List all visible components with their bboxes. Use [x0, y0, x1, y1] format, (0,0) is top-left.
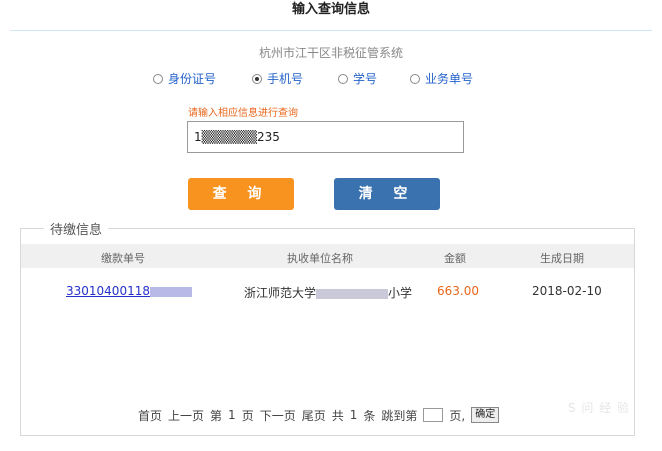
- radio-id-card[interactable]: 身份证号: [153, 70, 216, 87]
- results-table-header: 缴款单号 执收单位名称 金额 生成日期: [21, 244, 634, 268]
- total-count: 1: [349, 408, 358, 422]
- column-header-amount: 金额: [444, 252, 466, 265]
- page-title: 输入查询信息: [291, 2, 370, 17]
- column-header-date: 生成日期: [540, 252, 584, 265]
- jump-label: 跳到第: [381, 408, 418, 423]
- radio-circle-icon[interactable]: [410, 73, 420, 84]
- table-row: 33010400118 浙江师范大学 小学 663.00 2018-02-10: [21, 281, 634, 301]
- first-page-link[interactable]: 首页: [138, 407, 162, 424]
- radio-label: 手机号: [267, 72, 304, 86]
- radio-circle-icon[interactable]: [338, 73, 348, 84]
- clear-button[interactable]: 清 空: [334, 178, 440, 210]
- radio-student-id[interactable]: 学号: [338, 70, 377, 87]
- page-prefix: 第: [210, 408, 223, 423]
- bill-number-text[interactable]: 33010400118: [66, 284, 150, 298]
- unit-name-suffix: 小学: [388, 286, 413, 300]
- query-hint: 请输入相应信息进行查询: [188, 108, 298, 119]
- watermark: S 问 经 验: [568, 401, 631, 415]
- radio-circle-icon[interactable]: [153, 73, 163, 84]
- redacted-mask: [316, 288, 389, 299]
- query-input[interactable]: [187, 121, 464, 153]
- page-jump-input[interactable]: [423, 408, 444, 422]
- radio-label: 学号: [353, 72, 378, 86]
- radio-business-no[interactable]: 业务单号: [410, 70, 473, 87]
- column-header-unit: 执收单位名称: [287, 252, 353, 265]
- unit-name-cell: 浙江师范大学 小学: [244, 284, 412, 301]
- system-name: 杭州市江干区非税征管系统: [258, 46, 403, 60]
- amount-cell: 663.00: [437, 284, 479, 298]
- prev-page-link[interactable]: 上一页: [168, 407, 204, 424]
- total-suffix: 条: [363, 408, 376, 423]
- date-cell: 2018-02-10: [532, 284, 602, 298]
- page-suffix: 页: [241, 408, 254, 423]
- column-header-bill-no: 缴款单号: [101, 252, 145, 265]
- radio-checked-icon[interactable]: [252, 73, 262, 84]
- unit-name-prefix: 浙江师范大学: [244, 286, 317, 300]
- pagination: 首页 上一页 第 1 页 下一页 尾页 共 1 条 跳到第 页, 确定: [138, 405, 500, 425]
- query-button[interactable]: 查 询: [188, 178, 294, 210]
- results-legend: 待缴信息: [44, 219, 109, 238]
- radio-label: 业务单号: [425, 72, 474, 86]
- total-prefix: 共: [331, 408, 344, 423]
- redacted-mask: [149, 286, 192, 297]
- search-type-radio-group: 身份证号 手机号 学号 业务单号: [150, 70, 530, 90]
- last-page-link[interactable]: 尾页: [302, 407, 326, 424]
- radio-phone[interactable]: 手机号: [252, 70, 303, 87]
- radio-label: 身份证号: [168, 72, 217, 86]
- next-page-link[interactable]: 下一页: [260, 407, 296, 424]
- confirm-button[interactable]: 确定: [471, 407, 500, 423]
- header-divider: [10, 30, 652, 31]
- bill-number-link[interactable]: 33010400118: [66, 284, 192, 298]
- jump-suffix: 页,: [449, 408, 466, 423]
- current-page: 1: [228, 408, 236, 422]
